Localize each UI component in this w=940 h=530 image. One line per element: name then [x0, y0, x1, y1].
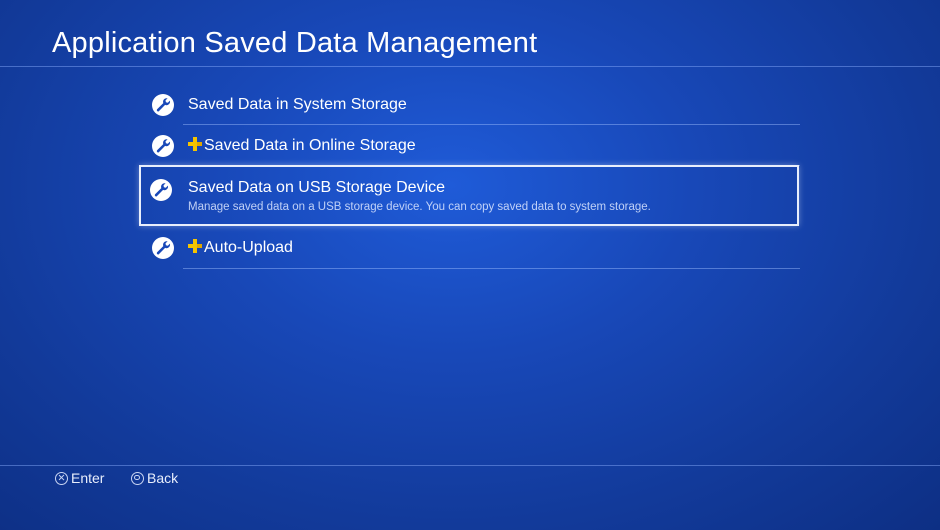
menu-item-label: Auto-Upload	[204, 239, 293, 256]
ps-plus-icon	[188, 239, 202, 253]
enter-button-hint[interactable]: Enter	[55, 470, 104, 486]
menu-item-usb-storage[interactable]: Saved Data on USB Storage Device Manage …	[139, 165, 799, 226]
circle-button-icon	[131, 471, 144, 485]
page-title: Application Saved Data Management	[52, 27, 538, 59]
footer-divider	[0, 465, 940, 466]
menu-item-label: Saved Data on USB Storage Device	[188, 179, 446, 196]
wrench-icon	[152, 237, 174, 259]
wrench-icon	[152, 94, 174, 116]
menu-item-online-storage[interactable]: Saved Data in Online Storage	[150, 129, 800, 166]
ps-plus-icon	[188, 137, 202, 151]
wrench-icon	[152, 135, 174, 157]
menu-item-label-wrap: Auto-Upload	[188, 239, 293, 257]
menu-item-label-wrap: Saved Data in Online Storage	[188, 137, 416, 155]
menu-item-label: Saved Data in System Storage	[188, 96, 407, 113]
cross-button-icon	[55, 471, 68, 485]
header-bar: Application Saved Data Management	[0, 0, 940, 67]
back-label: Back	[147, 470, 179, 486]
menu-item-description: Manage saved data on a USB storage devic…	[188, 201, 651, 213]
back-button-hint[interactable]: Back	[131, 470, 178, 486]
divider	[183, 268, 800, 269]
menu-item-system-storage[interactable]: Saved Data in System Storage	[150, 88, 800, 125]
menu-item-auto-upload[interactable]: Auto-Upload	[150, 232, 800, 269]
menu-item-label: Saved Data in Online Storage	[204, 137, 416, 154]
divider	[183, 124, 800, 125]
wrench-icon	[150, 179, 172, 201]
enter-label: Enter	[71, 470, 105, 486]
